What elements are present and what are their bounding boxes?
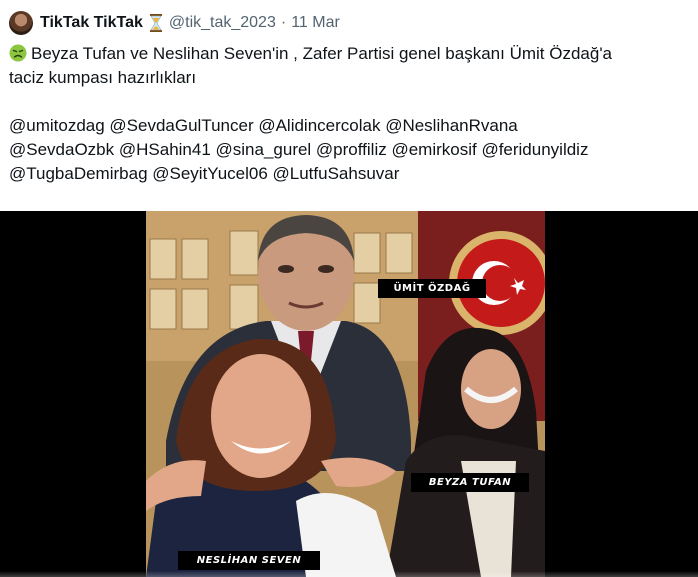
author-name[interactable]: TikTak TikTak xyxy=(40,14,143,32)
tweet[interactable]: TikTak TikTak @tik_tak_2023 · 11 Mar Bey… xyxy=(0,0,698,577)
caption-umit: ÜMİT ÖZDAĞ xyxy=(378,279,486,298)
caption-beyza: BEYZA TUFAN xyxy=(411,473,529,492)
nauseated-face-icon xyxy=(9,44,27,62)
tweet-text: Beyza Tufan ve Neslihan Seven'in , Zafer… xyxy=(9,42,689,186)
avatar[interactable] xyxy=(9,11,33,35)
hourglass-icon xyxy=(149,14,162,32)
photo-illustration xyxy=(146,211,545,577)
author-handle[interactable]: @tik_tak_2023 xyxy=(169,14,276,32)
caption-neslihan: NESLİHAN SEVEN xyxy=(178,551,320,570)
mentions-line-3[interactable]: @TugbaDemirbag @SeyitYucel06 @LutfuSahsu… xyxy=(9,162,689,186)
mentions-line-1[interactable]: @umitozdag @SevdaGulTuncer @Alidincercol… xyxy=(9,114,689,138)
video-progress-bar[interactable] xyxy=(0,571,698,577)
media-photo xyxy=(146,211,545,577)
text-line: Beyza Tufan ve Neslihan Seven'in , Zafer… xyxy=(9,42,689,66)
tweet-header: TikTak TikTak @tik_tak_2023 · 11 Mar xyxy=(40,12,340,34)
text-line-2: taciz kumpası hazırlıkları xyxy=(9,68,197,87)
mentions-line-2[interactable]: @SevdaOzbk @HSahin41 @sina_gurel @proffi… xyxy=(9,138,689,162)
tweet-date[interactable]: 11 Mar xyxy=(291,14,340,32)
separator-dot: · xyxy=(280,14,287,31)
text-line-1: Beyza Tufan ve Neslihan Seven'in , Zafer… xyxy=(31,44,613,63)
tweet-media[interactable]: ÜMİT ÖZDAĞ BEYZA TUFAN NESLİHAN SEVEN xyxy=(0,211,698,577)
